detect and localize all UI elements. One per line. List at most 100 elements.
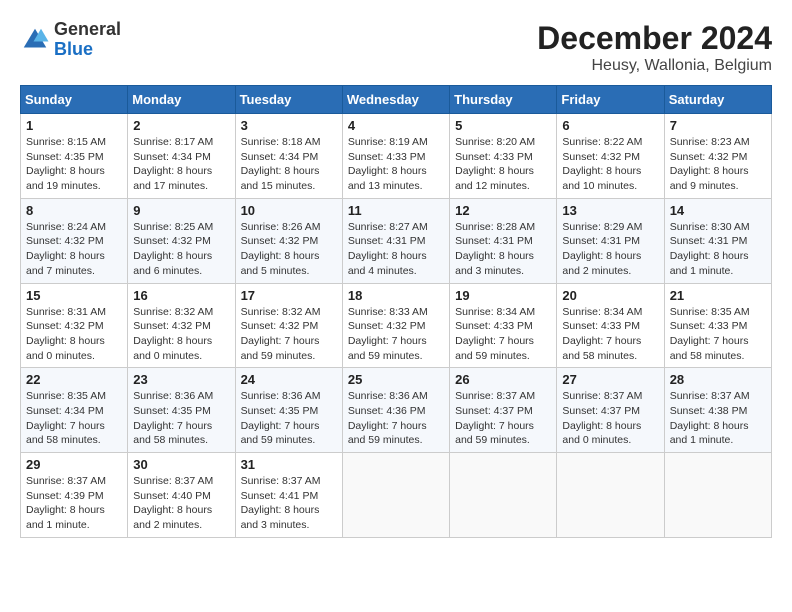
table-row: 5 Sunrise: 8:20 AMSunset: 4:33 PMDayligh…: [450, 114, 557, 199]
day-info: Sunrise: 8:32 AMSunset: 4:32 PMDaylight:…: [133, 305, 229, 364]
day-number: 6: [562, 118, 658, 133]
table-row: 7 Sunrise: 8:23 AMSunset: 4:32 PMDayligh…: [664, 114, 771, 199]
day-number: 15: [26, 288, 122, 303]
day-number: 10: [241, 203, 337, 218]
day-info: Sunrise: 8:20 AMSunset: 4:33 PMDaylight:…: [455, 135, 551, 194]
table-row: 10 Sunrise: 8:26 AMSunset: 4:32 PMDaylig…: [235, 198, 342, 283]
day-info: Sunrise: 8:31 AMSunset: 4:32 PMDaylight:…: [26, 305, 122, 364]
title-block: December 2024 Heusy, Wallonia, Belgium: [537, 20, 772, 75]
day-number: 27: [562, 372, 658, 387]
table-row: 9 Sunrise: 8:25 AMSunset: 4:32 PMDayligh…: [128, 198, 235, 283]
day-info: Sunrise: 8:17 AMSunset: 4:34 PMDaylight:…: [133, 135, 229, 194]
table-row: 30 Sunrise: 8:37 AMSunset: 4:40 PMDaylig…: [128, 453, 235, 538]
day-info: Sunrise: 8:30 AMSunset: 4:31 PMDaylight:…: [670, 220, 766, 279]
day-info: Sunrise: 8:18 AMSunset: 4:34 PMDaylight:…: [241, 135, 337, 194]
day-number: 29: [26, 457, 122, 472]
day-info: Sunrise: 8:37 AMSunset: 4:37 PMDaylight:…: [455, 389, 551, 448]
table-row: 11 Sunrise: 8:27 AMSunset: 4:31 PMDaylig…: [342, 198, 449, 283]
table-row: 2 Sunrise: 8:17 AMSunset: 4:34 PMDayligh…: [128, 114, 235, 199]
day-info: Sunrise: 8:19 AMSunset: 4:33 PMDaylight:…: [348, 135, 444, 194]
day-info: Sunrise: 8:32 AMSunset: 4:32 PMDaylight:…: [241, 305, 337, 364]
day-number: 21: [670, 288, 766, 303]
day-number: 14: [670, 203, 766, 218]
day-number: 8: [26, 203, 122, 218]
calendar-table: Sunday Monday Tuesday Wednesday Thursday…: [20, 85, 772, 538]
calendar-header-row: Sunday Monday Tuesday Wednesday Thursday…: [21, 86, 772, 114]
table-row: 4 Sunrise: 8:19 AMSunset: 4:33 PMDayligh…: [342, 114, 449, 199]
table-row: 8 Sunrise: 8:24 AMSunset: 4:32 PMDayligh…: [21, 198, 128, 283]
day-info: Sunrise: 8:22 AMSunset: 4:32 PMDaylight:…: [562, 135, 658, 194]
day-info: Sunrise: 8:35 AMSunset: 4:33 PMDaylight:…: [670, 305, 766, 364]
day-info: Sunrise: 8:34 AMSunset: 4:33 PMDaylight:…: [562, 305, 658, 364]
col-saturday: Saturday: [664, 86, 771, 114]
table-row: 3 Sunrise: 8:18 AMSunset: 4:34 PMDayligh…: [235, 114, 342, 199]
day-info: Sunrise: 8:24 AMSunset: 4:32 PMDaylight:…: [26, 220, 122, 279]
day-number: 26: [455, 372, 551, 387]
table-row: 27 Sunrise: 8:37 AMSunset: 4:37 PMDaylig…: [557, 368, 664, 453]
page-header: General Blue December 2024 Heusy, Wallon…: [20, 20, 772, 75]
calendar-row: 15 Sunrise: 8:31 AMSunset: 4:32 PMDaylig…: [21, 283, 772, 368]
table-row: 17 Sunrise: 8:32 AMSunset: 4:32 PMDaylig…: [235, 283, 342, 368]
day-info: Sunrise: 8:27 AMSunset: 4:31 PMDaylight:…: [348, 220, 444, 279]
day-info: Sunrise: 8:26 AMSunset: 4:32 PMDaylight:…: [241, 220, 337, 279]
logo: General Blue: [20, 20, 121, 60]
table-row: 24 Sunrise: 8:36 AMSunset: 4:35 PMDaylig…: [235, 368, 342, 453]
table-row: 25 Sunrise: 8:36 AMSunset: 4:36 PMDaylig…: [342, 368, 449, 453]
day-info: Sunrise: 8:37 AMSunset: 4:41 PMDaylight:…: [241, 474, 337, 533]
day-number: 23: [133, 372, 229, 387]
empty-cell: [342, 453, 449, 538]
page-title: December 2024: [537, 20, 772, 57]
day-info: Sunrise: 8:36 AMSunset: 4:35 PMDaylight:…: [241, 389, 337, 448]
day-number: 11: [348, 203, 444, 218]
calendar-row: 22 Sunrise: 8:35 AMSunset: 4:34 PMDaylig…: [21, 368, 772, 453]
day-number: 1: [26, 118, 122, 133]
logo-blue-text: Blue: [54, 39, 93, 59]
table-row: 1 Sunrise: 8:15 AMSunset: 4:35 PMDayligh…: [21, 114, 128, 199]
table-row: 31 Sunrise: 8:37 AMSunset: 4:41 PMDaylig…: [235, 453, 342, 538]
day-number: 3: [241, 118, 337, 133]
table-row: 12 Sunrise: 8:28 AMSunset: 4:31 PMDaylig…: [450, 198, 557, 283]
table-row: 23 Sunrise: 8:36 AMSunset: 4:35 PMDaylig…: [128, 368, 235, 453]
day-info: Sunrise: 8:37 AMSunset: 4:40 PMDaylight:…: [133, 474, 229, 533]
col-sunday: Sunday: [21, 86, 128, 114]
empty-cell: [450, 453, 557, 538]
day-number: 20: [562, 288, 658, 303]
day-number: 5: [455, 118, 551, 133]
day-number: 28: [670, 372, 766, 387]
day-info: Sunrise: 8:35 AMSunset: 4:34 PMDaylight:…: [26, 389, 122, 448]
day-number: 22: [26, 372, 122, 387]
empty-cell: [557, 453, 664, 538]
table-row: 22 Sunrise: 8:35 AMSunset: 4:34 PMDaylig…: [21, 368, 128, 453]
table-row: 19 Sunrise: 8:34 AMSunset: 4:33 PMDaylig…: [450, 283, 557, 368]
col-thursday: Thursday: [450, 86, 557, 114]
day-number: 18: [348, 288, 444, 303]
day-number: 24: [241, 372, 337, 387]
empty-cell: [664, 453, 771, 538]
col-tuesday: Tuesday: [235, 86, 342, 114]
day-number: 16: [133, 288, 229, 303]
logo-general-text: General: [54, 19, 121, 39]
page-subtitle: Heusy, Wallonia, Belgium: [537, 57, 772, 75]
col-friday: Friday: [557, 86, 664, 114]
day-info: Sunrise: 8:34 AMSunset: 4:33 PMDaylight:…: [455, 305, 551, 364]
table-row: 20 Sunrise: 8:34 AMSunset: 4:33 PMDaylig…: [557, 283, 664, 368]
day-number: 30: [133, 457, 229, 472]
day-info: Sunrise: 8:33 AMSunset: 4:32 PMDaylight:…: [348, 305, 444, 364]
day-info: Sunrise: 8:36 AMSunset: 4:36 PMDaylight:…: [348, 389, 444, 448]
col-wednesday: Wednesday: [342, 86, 449, 114]
calendar-row: 1 Sunrise: 8:15 AMSunset: 4:35 PMDayligh…: [21, 114, 772, 199]
day-info: Sunrise: 8:37 AMSunset: 4:38 PMDaylight:…: [670, 389, 766, 448]
table-row: 16 Sunrise: 8:32 AMSunset: 4:32 PMDaylig…: [128, 283, 235, 368]
day-info: Sunrise: 8:36 AMSunset: 4:35 PMDaylight:…: [133, 389, 229, 448]
table-row: 18 Sunrise: 8:33 AMSunset: 4:32 PMDaylig…: [342, 283, 449, 368]
table-row: 14 Sunrise: 8:30 AMSunset: 4:31 PMDaylig…: [664, 198, 771, 283]
day-info: Sunrise: 8:29 AMSunset: 4:31 PMDaylight:…: [562, 220, 658, 279]
table-row: 21 Sunrise: 8:35 AMSunset: 4:33 PMDaylig…: [664, 283, 771, 368]
table-row: 15 Sunrise: 8:31 AMSunset: 4:32 PMDaylig…: [21, 283, 128, 368]
calendar-row: 8 Sunrise: 8:24 AMSunset: 4:32 PMDayligh…: [21, 198, 772, 283]
day-number: 17: [241, 288, 337, 303]
calendar-row: 29 Sunrise: 8:37 AMSunset: 4:39 PMDaylig…: [21, 453, 772, 538]
day-info: Sunrise: 8:37 AMSunset: 4:37 PMDaylight:…: [562, 389, 658, 448]
table-row: 29 Sunrise: 8:37 AMSunset: 4:39 PMDaylig…: [21, 453, 128, 538]
table-row: 13 Sunrise: 8:29 AMSunset: 4:31 PMDaylig…: [557, 198, 664, 283]
